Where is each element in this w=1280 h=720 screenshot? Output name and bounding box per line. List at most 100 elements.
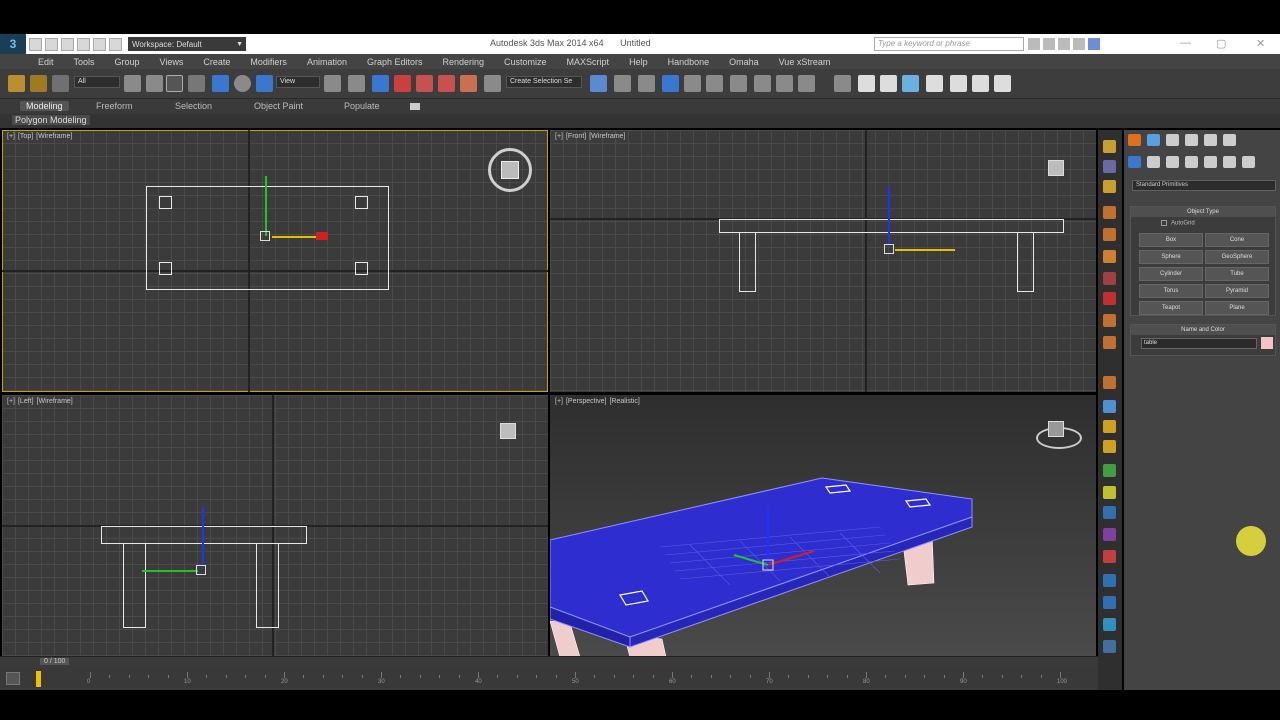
viewport-left[interactable]: [+] [Left] [Wireframe] (2, 395, 548, 657)
graphite-toggle-icon[interactable] (684, 75, 701, 92)
shapes-icon[interactable] (1147, 156, 1160, 168)
menu-item[interactable]: Customize (504, 57, 547, 67)
viewport-front[interactable]: [+] [Front] [Wireframe] (550, 130, 1096, 392)
keyboard-shortcut-toggle-icon[interactable] (372, 75, 389, 92)
tool-icon[interactable] (1103, 206, 1116, 219)
ribbon-options-icon[interactable] (410, 103, 420, 110)
align-icon[interactable] (614, 75, 631, 92)
tool-icon[interactable] (1103, 464, 1116, 477)
close-icon[interactable]: ✕ (1256, 37, 1265, 50)
helpers-icon[interactable] (1204, 156, 1217, 168)
extra-tool-icon[interactable] (972, 75, 989, 92)
utilities-tab-icon[interactable] (1223, 134, 1236, 146)
app-logo-icon[interactable]: 3 (0, 34, 26, 54)
box-button[interactable]: Box (1139, 233, 1203, 247)
reference-coordinate-dropdown[interactable]: View (276, 76, 320, 88)
sphere-button[interactable]: Sphere (1139, 250, 1203, 264)
rollout-header[interactable]: Name and Color (1131, 325, 1275, 335)
menu-item[interactable]: Graph Editors (367, 57, 423, 67)
viewport-perspective[interactable]: [+] [Perspective] [Realistic] (550, 395, 1096, 657)
menu-item[interactable]: Modifiers (250, 57, 287, 67)
scale-icon[interactable] (256, 75, 273, 92)
save-file-icon[interactable] (61, 37, 74, 51)
extra-tool-icon[interactable] (994, 75, 1011, 92)
plane-button[interactable]: Plane (1205, 301, 1269, 315)
tool-icon[interactable] (1103, 618, 1116, 631)
window-crossing-icon[interactable] (188, 75, 205, 92)
display-tab-icon[interactable] (1204, 134, 1217, 146)
tool-icon[interactable] (1103, 140, 1116, 153)
viewport-top[interactable]: [+] [Top] [Wireframe] (2, 130, 548, 392)
tab-modeling[interactable]: Modeling (20, 101, 69, 111)
scene-explorer-icon[interactable] (638, 75, 655, 92)
extra-tool-icon[interactable] (926, 75, 943, 92)
modify-tab-icon[interactable] (1147, 134, 1160, 146)
tool-icon[interactable] (1103, 292, 1116, 305)
tool-icon[interactable] (1103, 400, 1116, 413)
render-setup-icon[interactable] (776, 75, 793, 92)
torus-button[interactable]: Torus (1139, 284, 1203, 298)
object-color-swatch[interactable] (1261, 337, 1273, 349)
viewcube-icon[interactable] (501, 161, 519, 179)
undo-icon[interactable] (77, 37, 90, 51)
tool-icon[interactable] (1103, 640, 1116, 653)
teapot-button[interactable]: Teapot (1139, 301, 1203, 315)
tool-icon[interactable] (1103, 574, 1116, 587)
communication-icon[interactable] (1058, 38, 1070, 50)
menu-item[interactable]: Edit (38, 57, 54, 67)
select-object-icon[interactable] (124, 75, 141, 92)
move-gizmo-y-axis[interactable] (142, 570, 198, 572)
menu-item[interactable]: Handbone (668, 57, 710, 67)
time-slider-handle[interactable] (36, 671, 41, 687)
tool-icon[interactable] (1103, 228, 1116, 241)
cone-button[interactable]: Cone (1205, 233, 1269, 247)
tool-icon[interactable] (1103, 272, 1116, 285)
tab-freeform[interactable]: Freeform (96, 101, 133, 111)
motion-tab-icon[interactable] (1185, 134, 1198, 146)
favorites-icon[interactable] (1073, 38, 1085, 50)
tab-populate[interactable]: Populate (344, 101, 380, 111)
move-gizmo-center[interactable] (196, 565, 206, 575)
viewport-label[interactable]: [+] [Left] [Wireframe] (7, 398, 76, 405)
move-gizmo-center[interactable] (884, 244, 894, 254)
tool-icon[interactable] (1103, 420, 1116, 433)
create-tab-icon[interactable] (1128, 134, 1141, 146)
frame-counter[interactable]: 0 / 100 (40, 658, 70, 665)
rotate-icon[interactable] (234, 75, 251, 92)
selection-filter-dropdown[interactable]: All (74, 76, 120, 88)
move-gizmo-y-axis[interactable] (265, 176, 267, 236)
mirror-icon[interactable] (590, 75, 607, 92)
help-icon[interactable] (1088, 38, 1100, 50)
viewport-menu[interactable]: [+] (7, 133, 15, 140)
viewport-pov[interactable]: [Left] (18, 398, 34, 405)
pyramid-button[interactable]: Pyramid (1205, 284, 1269, 298)
redo-icon[interactable] (93, 37, 106, 51)
workspace-dropdown[interactable]: Workspace: Default ▼ (128, 37, 246, 51)
menu-item[interactable]: Vue xStream (779, 57, 831, 67)
tool-icon[interactable] (1103, 376, 1116, 389)
subscription-icon[interactable] (1043, 38, 1055, 50)
viewcube-icon[interactable] (1048, 160, 1064, 176)
cameras-icon[interactable] (1185, 156, 1198, 168)
percent-snap-icon[interactable] (438, 75, 455, 92)
viewport-pov[interactable]: [Top] (18, 133, 33, 140)
maximize-icon[interactable]: ▢ (1216, 37, 1226, 50)
menu-item[interactable]: Help (629, 57, 648, 67)
menu-item[interactable]: Animation (307, 57, 347, 67)
cylinder-button[interactable]: Cylinder (1139, 267, 1203, 281)
spinner-snap-icon[interactable] (460, 75, 477, 92)
menu-item[interactable]: Tools (74, 57, 95, 67)
viewport-menu[interactable]: [+] (7, 398, 15, 405)
minimize-icon[interactable]: — (1180, 37, 1191, 49)
tool-icon[interactable] (1103, 486, 1116, 499)
viewport-shading[interactable]: [Wireframe] (36, 133, 72, 140)
tool-icon[interactable] (1103, 314, 1116, 327)
edit-named-selection-icon[interactable] (484, 75, 501, 92)
search-input[interactable]: Type a keyword or phrase (874, 37, 1024, 51)
tool-icon[interactable] (1103, 528, 1116, 541)
render-production-icon[interactable] (834, 75, 851, 92)
snaps-toggle-icon[interactable] (394, 75, 411, 92)
viewport-label[interactable]: [+] [Top] [Wireframe] (7, 133, 75, 140)
angle-snap-icon[interactable] (416, 75, 433, 92)
curve-editor-icon[interactable] (706, 75, 723, 92)
